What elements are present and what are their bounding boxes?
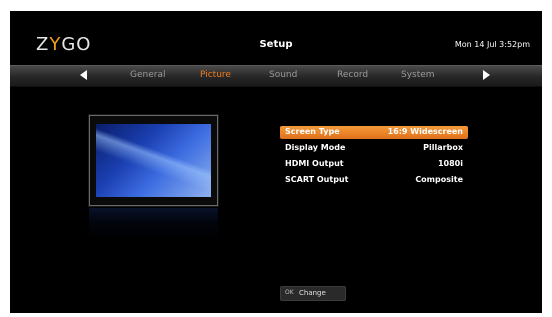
- ok-button-icon: OK: [285, 289, 294, 296]
- setting-label: HDMI Output: [285, 159, 344, 168]
- tab-sound[interactable]: Sound: [269, 70, 297, 80]
- setting-screen-type[interactable]: Screen Type 16:9 Widescreen: [280, 126, 468, 139]
- setting-label: Display Mode: [285, 143, 346, 152]
- setting-value: 1080i: [437, 159, 463, 168]
- setting-scart-output[interactable]: SCART Output Composite: [280, 174, 468, 187]
- setting-hdmi-output[interactable]: HDMI Output 1080i: [280, 158, 468, 171]
- tab-record[interactable]: Record: [337, 70, 368, 80]
- arrow-right-icon[interactable]: [483, 70, 490, 80]
- clock: Mon 14 Jul 3:52pm: [454, 40, 530, 49]
- tab-system[interactable]: System: [401, 70, 435, 80]
- widescreen-tv-preview: [89, 115, 218, 206]
- arrow-left-icon[interactable]: [80, 70, 87, 80]
- setting-label: Screen Type: [285, 127, 340, 136]
- tab-picture[interactable]: Picture: [200, 70, 231, 80]
- setting-label: SCART Output: [285, 175, 349, 184]
- ok-change-hint[interactable]: OK Change: [280, 286, 346, 301]
- tab-bar: General Picture Sound Record System: [10, 65, 542, 87]
- tab-general[interactable]: General: [130, 70, 165, 80]
- setting-value: Pillarbox: [423, 143, 463, 152]
- tv-reflection: [89, 208, 218, 248]
- setting-value: 16:9 Widescreen: [387, 127, 463, 136]
- setting-display-mode[interactable]: Display Mode Pillarbox: [280, 142, 468, 155]
- tv-screen-preview-image: [96, 124, 211, 197]
- setting-value: Composite: [415, 175, 463, 184]
- change-label: Change: [299, 289, 326, 297]
- tv-screen: ZYGO Setup Mon 14 Jul 3:52pm General Pic…: [10, 11, 542, 313]
